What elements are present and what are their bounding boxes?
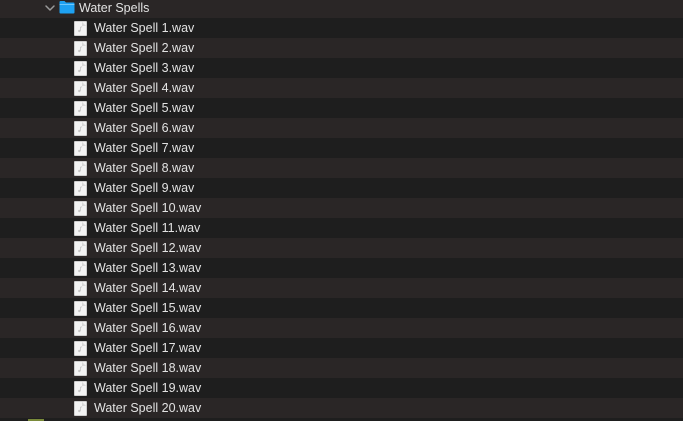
file-row[interactable]: Water Spell 6.wav bbox=[0, 118, 683, 138]
audio-file-icon bbox=[74, 201, 87, 216]
file-row[interactable]: Water Spell 5.wav bbox=[0, 98, 683, 118]
folder-name[interactable]: Water Spells bbox=[79, 0, 149, 16]
file-name[interactable]: Water Spell 9.wav bbox=[94, 180, 194, 196]
file-row[interactable]: Water Spell 13.wav bbox=[0, 258, 683, 278]
audio-file-icon bbox=[74, 221, 87, 236]
audio-file-icon bbox=[74, 381, 87, 396]
file-name[interactable]: Water Spell 1.wav bbox=[94, 20, 194, 36]
audio-file-icon bbox=[74, 281, 87, 296]
file-name[interactable]: Water Spell 11.wav bbox=[94, 220, 200, 236]
file-row[interactable]: Water Spell 18.wav bbox=[0, 358, 683, 378]
file-row[interactable]: Water Spell 12.wav bbox=[0, 238, 683, 258]
audio-file-icon bbox=[74, 121, 87, 136]
file-row[interactable]: Water Spell 16.wav bbox=[0, 318, 683, 338]
folder-icon bbox=[59, 1, 75, 14]
file-name[interactable]: Water Spell 16.wav bbox=[94, 320, 201, 336]
file-name[interactable]: Water Spell 5.wav bbox=[94, 100, 194, 116]
file-list: Water Spells Water Spell 1.wav Water Spel… bbox=[0, 0, 683, 421]
file-row[interactable]: Water Spell 7.wav bbox=[0, 138, 683, 158]
audio-file-icon bbox=[74, 141, 87, 156]
file-row[interactable]: Water Spell 19.wav bbox=[0, 378, 683, 398]
file-row[interactable]: Water Spell 17.wav bbox=[0, 338, 683, 358]
file-name[interactable]: Water Spell 18.wav bbox=[94, 360, 201, 376]
file-name[interactable]: Water Spell 19.wav bbox=[94, 380, 201, 396]
file-name[interactable]: Water Spell 15.wav bbox=[94, 300, 201, 316]
audio-file-icon bbox=[74, 181, 87, 196]
file-row[interactable]: Water Spell 8.wav bbox=[0, 158, 683, 178]
audio-file-icon bbox=[74, 61, 87, 76]
folder-row[interactable]: Water Spells bbox=[0, 0, 683, 18]
file-row[interactable]: Water Spell 2.wav bbox=[0, 38, 683, 58]
file-name[interactable]: Water Spell 4.wav bbox=[94, 80, 194, 96]
file-row[interactable]: Water Spell 14.wav bbox=[0, 278, 683, 298]
file-row[interactable]: Water Spell 9.wav bbox=[0, 178, 683, 198]
file-name[interactable]: Water Spell 14.wav bbox=[94, 280, 201, 296]
file-name[interactable]: Water Spell 12.wav bbox=[94, 240, 201, 256]
audio-file-icon bbox=[74, 341, 87, 356]
file-row[interactable]: Water Spell 4.wav bbox=[0, 78, 683, 98]
file-row[interactable]: Water Spell 3.wav bbox=[0, 58, 683, 78]
file-row[interactable]: Water Spell 20.wav bbox=[0, 398, 683, 418]
audio-file-icon bbox=[74, 241, 87, 256]
audio-file-icon bbox=[74, 101, 87, 116]
audio-file-icon bbox=[74, 301, 87, 316]
audio-file-icon bbox=[74, 401, 87, 416]
file-name[interactable]: Water Spell 8.wav bbox=[94, 160, 194, 176]
audio-file-icon bbox=[74, 41, 87, 56]
file-row[interactable]: Water Spell 11.wav bbox=[0, 218, 683, 238]
chevron-down-icon[interactable] bbox=[44, 2, 56, 14]
file-row[interactable]: Water Spell 1.wav bbox=[0, 18, 683, 38]
file-name[interactable]: Water Spell 3.wav bbox=[94, 60, 194, 76]
audio-file-icon bbox=[74, 361, 87, 376]
audio-file-icon bbox=[74, 261, 87, 276]
file-name[interactable]: Water Spell 2.wav bbox=[94, 40, 194, 56]
file-name[interactable]: Water Spell 10.wav bbox=[94, 200, 201, 216]
file-name[interactable]: Water Spell 7.wav bbox=[94, 140, 194, 156]
file-name[interactable]: Water Spell 13.wav bbox=[94, 260, 201, 276]
audio-file-icon bbox=[74, 161, 87, 176]
file-row[interactable]: Water Spell 15.wav bbox=[0, 298, 683, 318]
file-name[interactable]: Water Spell 6.wav bbox=[94, 120, 194, 136]
file-row[interactable]: Water Spell 10.wav bbox=[0, 198, 683, 218]
file-name[interactable]: Water Spell 17.wav bbox=[94, 340, 201, 356]
audio-file-icon bbox=[74, 321, 87, 336]
file-name[interactable]: Water Spell 20.wav bbox=[94, 400, 201, 416]
audio-file-icon bbox=[74, 81, 87, 96]
audio-file-icon bbox=[74, 21, 87, 36]
